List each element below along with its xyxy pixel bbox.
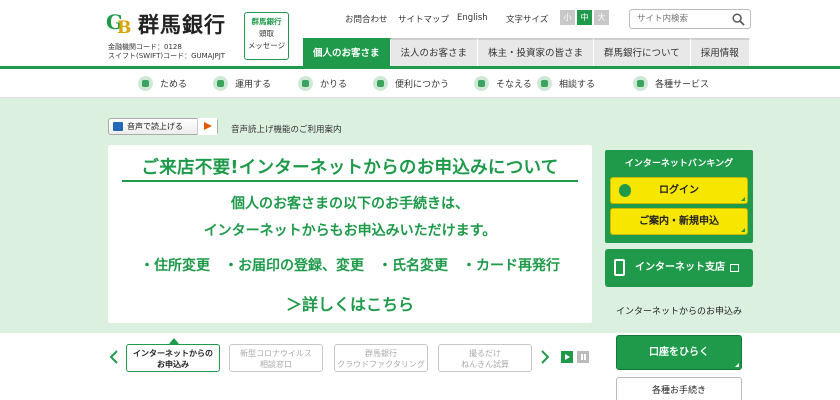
slide-tab-factoring[interactable]: 群馬銀行 クラウドファクタリング — [334, 344, 428, 372]
external-link-icon — [730, 264, 739, 272]
banner-body-line1: 個人のお客さまの以下のお手続きは、 — [231, 196, 469, 212]
subnav-invest[interactable]: 運用する — [213, 76, 271, 91]
login-button[interactable]: ログイン — [610, 177, 748, 204]
guide-signup-label: ご案内・新規申込 — [639, 216, 719, 227]
subnav-consult[interactable]: 相談する — [537, 76, 595, 91]
gb-logo-icon: GB — [106, 10, 132, 38]
internet-banking-title: インターネットバンキング — [624, 159, 734, 169]
subnav-label: そなえる — [496, 80, 532, 90]
subnav-save[interactable]: ためる — [138, 76, 187, 91]
slide-tab-covid[interactable]: 新型コロナウイルス 相談窓口 — [229, 344, 323, 372]
open-account-button[interactable]: 口座をひらく — [616, 335, 742, 370]
shield-icon — [474, 76, 489, 91]
subnav-label: 各種サービス — [655, 80, 710, 90]
subnav-label: ためる — [160, 80, 188, 90]
subnav-label: 運用する — [235, 80, 272, 90]
person-icon — [537, 76, 552, 91]
carousel-pause-icon[interactable] — [577, 351, 589, 363]
subnav-borrow[interactable]: かりる — [298, 76, 347, 91]
subnav-label: 便利につかう — [395, 80, 450, 90]
login-label: ログイン — [659, 185, 699, 196]
procedures-label: 各種お手続き — [651, 386, 706, 396]
speaker-icon — [113, 122, 123, 131]
bank-logo[interactable]: GB 群馬銀行 — [106, 9, 226, 39]
tab-corporate[interactable]: 法人のお客さま — [390, 38, 479, 66]
search-icon[interactable] — [732, 13, 745, 26]
banner-more-link[interactable]: ＞詳しくはこちら — [108, 291, 592, 315]
online-apply-heading: インターネットからのお申込み — [615, 307, 742, 317]
grid-icon — [633, 76, 648, 91]
procedures-button[interactable]: 各種お手続き — [616, 377, 742, 400]
subnav-convenient[interactable]: 便利につかう — [373, 76, 449, 91]
corner-arrow-icon — [741, 228, 745, 232]
search-input[interactable] — [630, 10, 726, 28]
read-aloud-label: 音声で読上げる — [127, 122, 183, 131]
slide-tab-line1: 新型コロナウイルス — [240, 349, 312, 358]
banner-divider — [122, 180, 578, 182]
slide-tab-pension[interactable]: 撮るだけ ねんきん試算 — [438, 344, 532, 372]
slide-tab-line1: 撮るだけ — [469, 349, 501, 358]
piggy-bank-icon — [138, 76, 153, 91]
open-account-label: 口座をひらく — [649, 347, 709, 358]
slide-tab-line2: ねんきん試算 — [461, 360, 509, 369]
corner-arrow-icon — [735, 363, 739, 367]
banner-title: ご来店不要!インターネットからのお申込みについて — [141, 158, 559, 178]
sitemap-link[interactable]: サイトマップ — [398, 13, 449, 25]
slide-tab-line2: お申込み — [157, 360, 189, 369]
guide-signup-button[interactable]: ご案内・新規申込 — [610, 208, 748, 235]
slide-tab-line1: インターネットからの — [133, 349, 213, 358]
font-size-small-button[interactable]: 小 — [560, 10, 575, 25]
lock-icon — [619, 184, 631, 197]
bank-codes: 金融機関コード：0128 スイフト(SWIFT)コード：GUMAJPJT — [108, 43, 225, 61]
read-aloud-button[interactable]: 音声で読上げる — [108, 118, 218, 135]
internet-branch-button[interactable]: インターネット支店 — [605, 249, 753, 287]
main-tabs: 個人のお客さま 法人のお客さま 株主・投資家の皆さま 群馬銀行について 採用情報 — [303, 38, 750, 66]
slide-tab-line2: 相談窓口 — [260, 360, 292, 369]
tab-recruit[interactable]: 採用情報 — [690, 38, 750, 66]
contact-link[interactable]: お問合わせ — [345, 13, 388, 25]
bank-name: 群馬銀行 — [138, 13, 226, 37]
subnav-prepare[interactable]: そなえる — [474, 76, 532, 91]
slide-tab-line2: クラウドファクタリング — [337, 360, 425, 369]
carousel-next-icon[interactable] — [541, 350, 549, 364]
message-line2: 頭取 — [259, 29, 274, 38]
smartphone-icon — [614, 259, 625, 276]
sub-navigation: ためる 運用する かりる 便利につかう そなえる 相談する 各種サービス — [0, 66, 840, 98]
site-search — [629, 9, 751, 29]
president-message-button[interactable]: 群馬銀行 頭取 メッセージ — [244, 12, 289, 60]
banner-items: ・住所変更 ・お届印の登録、変更 ・氏名変更 ・カード再発行 — [140, 258, 560, 274]
swift-code: スイフト(SWIFT)コード：GUMAJPJT — [108, 52, 226, 60]
slide-tab-online-apply[interactable]: インターネットからの お申込み — [126, 338, 220, 372]
carousel-play-icon[interactable] — [561, 351, 573, 363]
message-line3: メッセージ — [247, 41, 286, 50]
read-aloud-guide-link[interactable]: 音声読上げ機能のご利用案内 — [231, 123, 342, 135]
carousel-prev-icon[interactable] — [110, 350, 118, 364]
subnav-services[interactable]: 各種サービス — [633, 76, 709, 91]
bank-code: 金融機関コード：0128 — [108, 43, 182, 51]
hero-banner[interactable]: ご来店不要!インターネットからのお申込みについて 個人のお客さまの以下のお手続き… — [108, 145, 592, 323]
subnav-label: かりる — [320, 80, 348, 90]
slide-tab-line1: 群馬銀行 — [365, 349, 397, 358]
subnav-label: 相談する — [559, 80, 596, 90]
internet-branch-label: インターネット支店 — [635, 262, 725, 273]
card-icon — [373, 76, 388, 91]
chart-icon — [213, 76, 228, 91]
tab-about[interactable]: 群馬銀行について — [594, 38, 691, 66]
yen-icon — [298, 76, 313, 91]
banner-body-line2: インターネットからもお申込みいただけます。 — [203, 223, 497, 239]
english-link[interactable]: English — [457, 13, 488, 23]
corner-arrow-icon — [741, 197, 745, 201]
font-size-medium-button[interactable]: 中 — [577, 10, 592, 25]
message-line1: 群馬銀行 — [251, 17, 282, 26]
font-size-large-button[interactable]: 大 — [594, 10, 609, 25]
tab-investors[interactable]: 株主・投資家の皆さま — [478, 38, 595, 66]
internet-banking-box: インターネットバンキング ログイン ご案内・新規申込 — [605, 150, 753, 243]
font-size-label: 文字サイズ — [506, 15, 549, 25]
site-header: GB 群馬銀行 金融機関コード：0128 スイフト(SWIFT)コード：GUMA… — [0, 0, 840, 66]
tab-personal[interactable]: 個人のお客さま — [303, 38, 391, 66]
play-icon[interactable] — [197, 118, 217, 135]
